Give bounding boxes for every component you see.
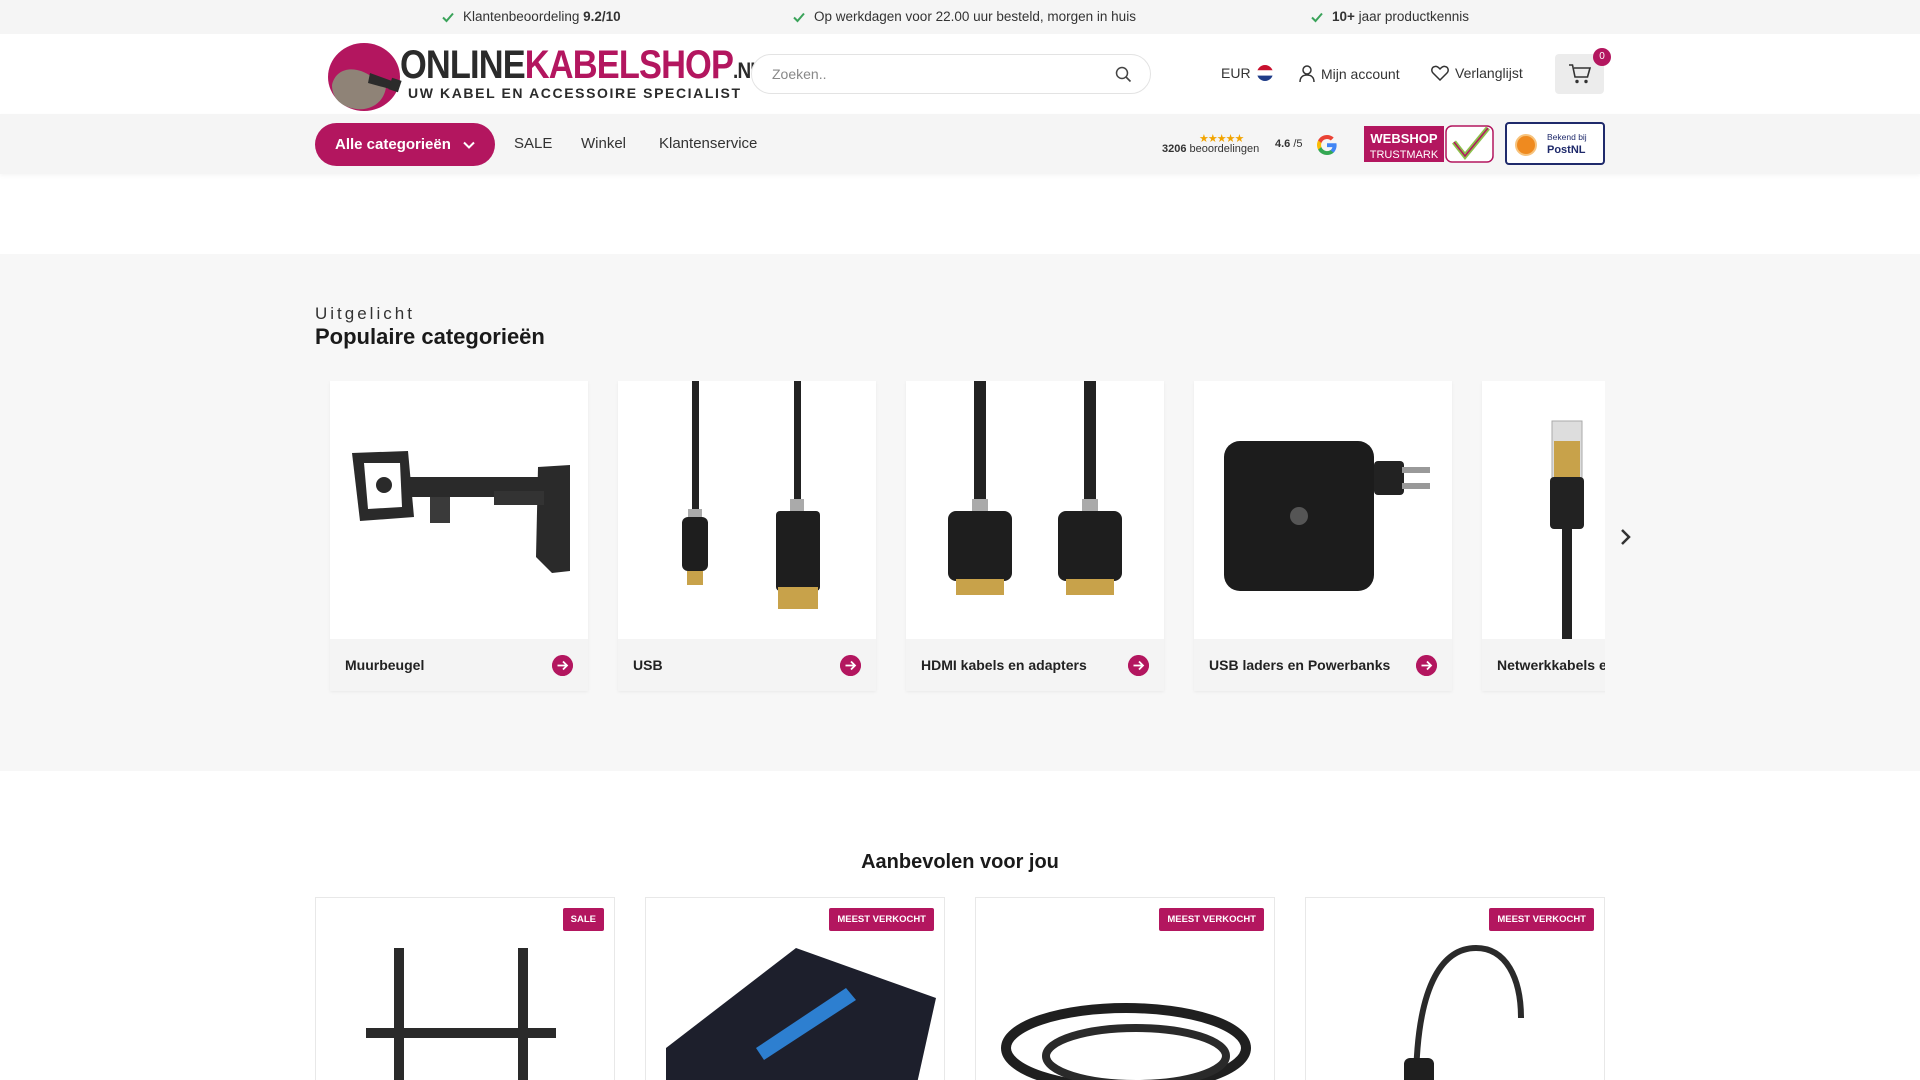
product-badge: MEEST VERKOCHT xyxy=(1159,908,1264,931)
nav-link-winkel[interactable]: Winkel xyxy=(581,135,626,152)
category-card-footer: Muurbeugel xyxy=(330,639,588,691)
currency-label: EUR xyxy=(1221,65,1251,81)
section-eyebrow: Uitgelicht xyxy=(315,304,415,323)
category-card-footer: USB xyxy=(618,639,876,691)
headset-image xyxy=(1306,938,1604,1080)
arrow-right-icon[interactable] xyxy=(1128,655,1149,676)
wall-mount-image xyxy=(330,381,588,639)
category-carousel: Muurbeugel USB HDMI kabels en adapters U… xyxy=(315,381,1605,701)
chevron-right-icon[interactable] xyxy=(1616,523,1636,551)
google-rating[interactable]: ★★★★★ 3206 beoordelingen 4.6 /5 xyxy=(1160,132,1340,160)
category-label: Muurbeugel xyxy=(345,657,425,673)
tv-mount-image xyxy=(316,938,614,1080)
usb-cable-image xyxy=(618,381,876,639)
nav-link-klantenservice[interactable]: Klantenservice xyxy=(659,135,757,152)
rating-score: 4.6 /5 xyxy=(1275,138,1303,150)
category-card-footer: Netwerkkabels en xyxy=(1482,639,1605,691)
webshop-trustmark-badge[interactable]: WEBSHOP TRUSTMARK xyxy=(1364,124,1495,164)
product-card[interactable]: MEEST VERKOCHT xyxy=(975,897,1275,1080)
rating-count: 3206 beoordelingen xyxy=(1162,143,1260,155)
all-categories-label: Alle categorieën xyxy=(335,136,451,153)
wishlist-link[interactable]: Verlanglijst xyxy=(1431,65,1523,81)
product-card[interactable]: SALE xyxy=(315,897,615,1080)
usb-charger-image xyxy=(1194,381,1452,639)
site-header: ONLINEKABELSHOP.NL UW KABEL EN ACCESSOIR… xyxy=(0,34,1920,114)
hdmi-cable-image xyxy=(906,381,1164,639)
postnl-line2: PostNL xyxy=(1547,144,1586,156)
account-link[interactable]: Mijn account xyxy=(1299,65,1400,83)
chevron-down-icon xyxy=(463,141,475,149)
flag-nl-icon xyxy=(1256,65,1273,81)
car-charger-cable-image xyxy=(976,938,1274,1080)
search-box xyxy=(751,54,1151,94)
postnl-logo-icon xyxy=(1515,134,1537,156)
check-icon xyxy=(793,12,805,22)
section-title: Populaire categorieën xyxy=(315,324,545,349)
cart-count-badge: 0 xyxy=(1593,48,1611,66)
usp-delivery: Op werkdagen voor 22.00 uur besteld, mor… xyxy=(792,9,1136,24)
category-label: USB xyxy=(633,657,663,673)
product-card[interactable]: MEEST VERKOCHT xyxy=(645,897,945,1080)
category-card-usb[interactable]: USB xyxy=(618,381,876,691)
featured-section: Uitgelicht Populaire categorieën Muurbeu… xyxy=(0,254,1920,771)
category-card-footer: HDMI kabels en adapters xyxy=(906,639,1164,691)
check-icon xyxy=(1311,12,1323,22)
user-icon xyxy=(1299,65,1315,83)
usp-rating: Klantenbeoordeling 9.2/10 xyxy=(441,9,621,24)
category-label: USB laders en Powerbanks xyxy=(1209,657,1391,673)
usp-text: Klantenbeoordeling 9.2/10 xyxy=(463,9,621,24)
category-label: HDMI kabels en adapters xyxy=(921,657,1087,673)
product-badge: SALE xyxy=(562,908,604,931)
cart-icon xyxy=(1569,64,1592,84)
category-card-muurbeugel[interactable]: Muurbeugel xyxy=(330,381,588,691)
category-card-netwerkkabels[interactable]: Netwerkkabels en xyxy=(1482,381,1605,691)
arrow-right-icon[interactable] xyxy=(840,655,861,676)
postnl-badge[interactable]: Bekend bij PostNL xyxy=(1505,122,1605,165)
trustmark-logo: WEBSHOP TRUSTMARK xyxy=(1364,125,1494,163)
product-badge: MEEST VERKOCHT xyxy=(1489,908,1594,931)
usp-text: 10+ jaar productkennis xyxy=(1332,9,1469,24)
recommended-title: Aanbevolen voor jou xyxy=(861,851,1059,873)
arrow-right-icon[interactable] xyxy=(1416,655,1437,676)
wishlist-label: Verlanglijst xyxy=(1455,65,1523,81)
scart-hdmi-converter-image xyxy=(646,938,944,1080)
nav-link-sale[interactable]: SALE xyxy=(514,135,552,152)
logo-wordmark: ONLINEKABELSHOP.NL xyxy=(400,43,762,87)
logo-tagline: UW KABEL EN ACCESSOIRE SPECIALIST xyxy=(408,85,742,101)
search-icon[interactable] xyxy=(1115,66,1132,83)
category-card-hdmi[interactable]: HDMI kabels en adapters xyxy=(906,381,1164,691)
category-card-usb-laders[interactable]: USB laders en Powerbanks xyxy=(1194,381,1452,691)
logo[interactable]: ONLINEKABELSHOP.NL UW KABEL EN ACCESSOIR… xyxy=(326,37,762,113)
svg-text:TRUSTMARK: TRUSTMARK xyxy=(1370,149,1439,161)
product-card[interactable]: MEEST VERKOCHT xyxy=(1305,897,1605,1080)
heart-icon xyxy=(1431,65,1449,81)
logo-mark-icon xyxy=(328,43,402,111)
search-input[interactable] xyxy=(772,55,1102,93)
account-label: Mijn account xyxy=(1321,66,1400,82)
usp-knowledge: 10+ jaar productkennis xyxy=(1310,9,1469,24)
category-card-footer: USB laders en Powerbanks xyxy=(1194,639,1452,691)
svg-text:WEBSHOP: WEBSHOP xyxy=(1370,131,1438,146)
currency-selector[interactable]: EUR xyxy=(1221,65,1273,81)
postnl-line1: Bekend bij xyxy=(1547,132,1587,142)
main-nav: Alle categorieën SALE Winkel Klantenserv… xyxy=(0,114,1920,174)
check-icon xyxy=(442,12,454,22)
category-label: Netwerkkabels en xyxy=(1497,657,1605,673)
all-categories-button[interactable]: Alle categorieën xyxy=(315,123,495,166)
arrow-right-icon[interactable] xyxy=(552,655,573,676)
network-cable-image xyxy=(1482,381,1605,639)
usp-text: Op werkdagen voor 22.00 uur besteld, mor… xyxy=(814,9,1136,24)
usp-bar: Klantenbeoordeling 9.2/10 Op werkdagen v… xyxy=(0,0,1920,34)
product-badge: MEEST VERKOCHT xyxy=(829,908,934,931)
google-logo-icon xyxy=(1317,135,1337,155)
